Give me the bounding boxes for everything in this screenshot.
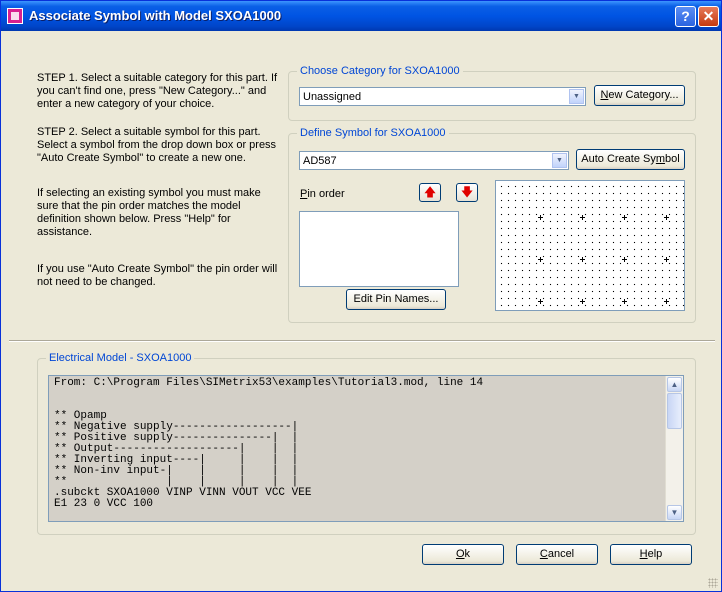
grid-marker — [664, 299, 669, 304]
grid-marker — [580, 215, 585, 220]
dialog-window: Associate Symbol with Model SXOA1000 ? ✕… — [0, 0, 722, 592]
grid-marker — [622, 299, 627, 304]
ok-mnemonic: O — [455, 548, 465, 560]
help-button[interactable]: Help — [610, 544, 692, 565]
ok-button[interactable]: Ok — [422, 544, 504, 565]
grid-marker — [580, 299, 585, 304]
chevron-down-icon[interactable]: ▼ — [569, 89, 584, 104]
grid-marker — [664, 257, 669, 262]
grid-marker — [538, 215, 543, 220]
step1-text: STEP 1. Select a suitable category for t… — [37, 72, 278, 110]
symbol-select-value: AD587 — [303, 155, 337, 167]
grid-marker — [664, 215, 669, 220]
scroll-up-button[interactable]: ▲ — [667, 377, 682, 392]
grid-marker — [538, 299, 543, 304]
edit-pin-names-button[interactable]: Edit Pin Names... — [346, 289, 446, 310]
pin-order-list[interactable] — [299, 211, 459, 287]
category-group-label: Choose Category for SXOA1000 — [297, 65, 463, 77]
pin-order-text: in order — [307, 188, 345, 200]
electrical-model-group-label: Electrical Model - SXOA1000 — [46, 352, 195, 364]
grid-marker — [622, 257, 627, 262]
auto-create-label-end: bol — [665, 153, 680, 165]
existing-symbol-note: If selecting an existing symbol you must… — [37, 187, 261, 238]
auto-create-note: If you use "Auto Create Symbol" the pin … — [37, 263, 278, 288]
cancel-button[interactable]: Cancel — [516, 544, 598, 565]
symbol-preview-canvas — [495, 180, 685, 311]
arrow-down-icon: 🡇 — [460, 185, 474, 199]
move-pin-up-button[interactable]: 🡅 — [419, 183, 441, 202]
chevron-down-icon[interactable]: ▼ — [552, 153, 567, 168]
close-button[interactable]: ✕ — [698, 6, 719, 27]
model-listing-text: From: C:\Program Files\SIMetrix53\exampl… — [54, 377, 484, 510]
app-icon — [7, 8, 23, 24]
model-listing[interactable]: From: C:\Program Files\SIMetrix53\exampl… — [48, 375, 684, 522]
arrow-up-icon: 🡅 — [423, 185, 437, 199]
new-category-label: ew Category... — [608, 89, 679, 101]
symbol-group-label: Define Symbol for SXOA1000 — [297, 127, 449, 139]
scroll-up-icon: ▲ — [670, 380, 679, 389]
step2-text: STEP 2. Select a suitable symbol for thi… — [37, 126, 277, 164]
separator — [9, 340, 715, 342]
pin-order-label: Pin order — [300, 188, 345, 200]
help-label: elp — [647, 548, 663, 560]
auto-create-label-start: Auto Create Sy — [581, 153, 656, 165]
help-title-button[interactable]: ? — [675, 6, 696, 27]
grid-marker — [622, 215, 627, 220]
help-mnemonic: H — [639, 548, 648, 560]
move-pin-down-button[interactable]: 🡇 — [456, 183, 478, 202]
scroll-down-button[interactable]: ▼ — [667, 505, 682, 520]
cancel-label: ancel — [547, 548, 575, 560]
grid-marker — [538, 257, 543, 262]
ok-label: k — [464, 548, 471, 560]
scroll-thumb[interactable] — [667, 393, 682, 429]
auto-create-mnemonic: m — [655, 153, 666, 165]
category-select-value: Unassigned — [303, 91, 362, 103]
scroll-down-icon: ▼ — [670, 508, 679, 517]
grid-marker — [580, 257, 585, 262]
model-listing-scrollbar[interactable]: ▲ ▼ — [665, 376, 683, 521]
resize-grip-icon[interactable] — [708, 578, 718, 588]
category-select[interactable]: Unassigned ▼ — [299, 87, 586, 106]
window-title: Associate Symbol with Model SXOA1000 — [29, 8, 282, 23]
title-bar[interactable]: Associate Symbol with Model SXOA1000 ? ✕ — [1, 1, 721, 31]
symbol-select[interactable]: AD587 ▼ — [299, 151, 569, 170]
cancel-mnemonic: C — [539, 548, 548, 560]
new-category-button[interactable]: New Category... — [594, 85, 685, 106]
auto-create-symbol-button[interactable]: Auto Create Symbol — [576, 149, 685, 170]
